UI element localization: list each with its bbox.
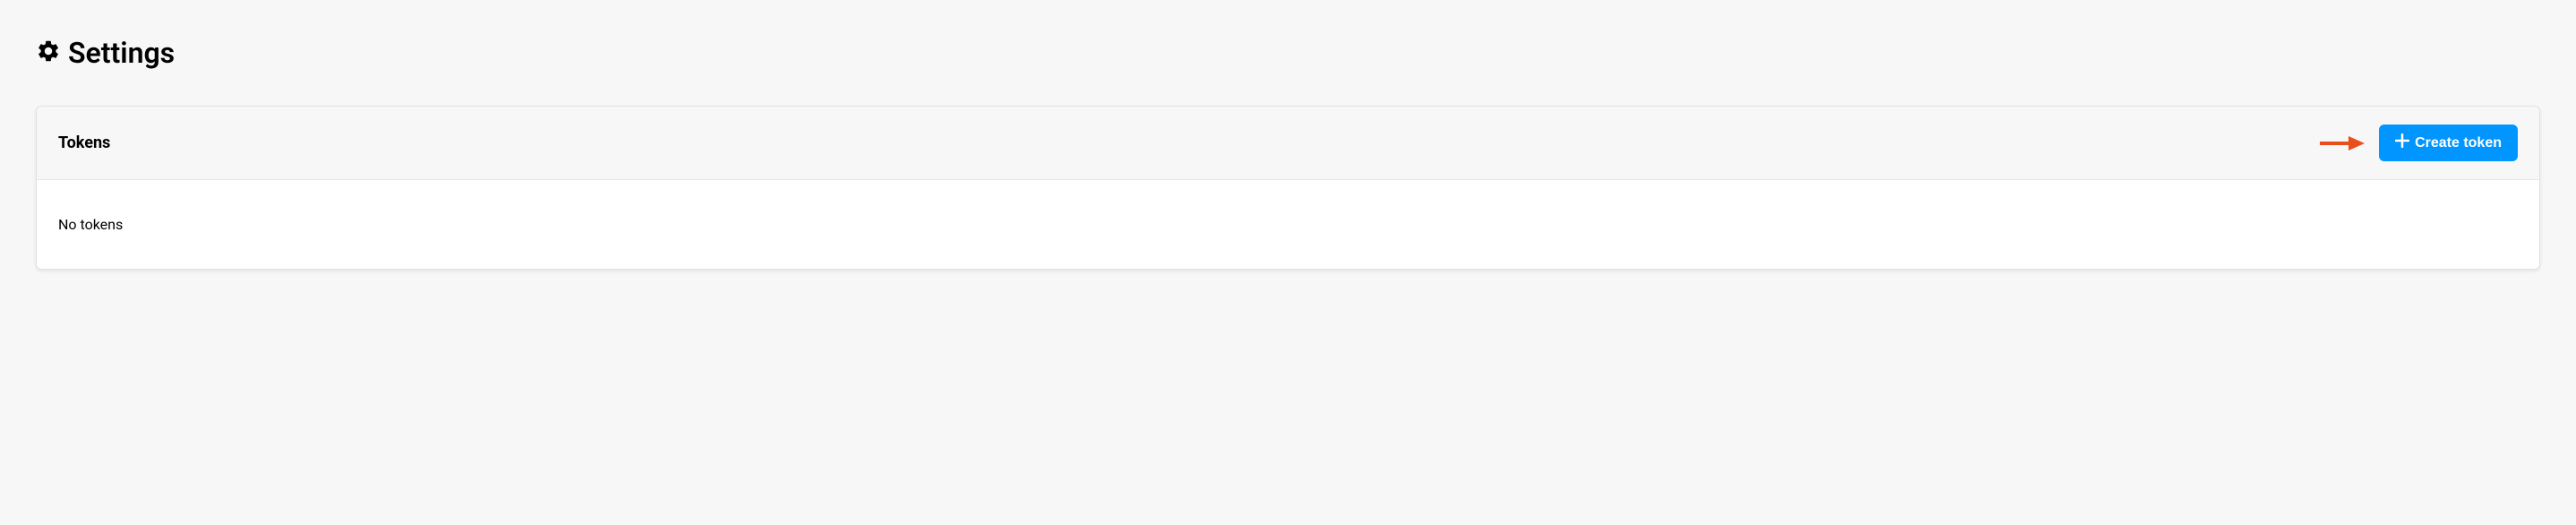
card-title: Tokens [58, 133, 110, 152]
page-header: Settings [36, 36, 2540, 70]
card-header: Tokens Create token [37, 107, 2539, 180]
card-header-actions: Create token [2320, 125, 2518, 161]
page-title: Settings [68, 36, 175, 70]
create-token-button[interactable]: Create token [2379, 125, 2518, 161]
arrow-right-icon [2320, 133, 2365, 154]
tokens-card: Tokens Create token No tokens [36, 106, 2540, 270]
empty-state-text: No tokens [58, 216, 2518, 233]
create-token-label: Create token [2415, 135, 2502, 151]
plus-icon [2395, 133, 2409, 152]
card-body: No tokens [37, 180, 2539, 269]
gear-icon [36, 39, 61, 67]
